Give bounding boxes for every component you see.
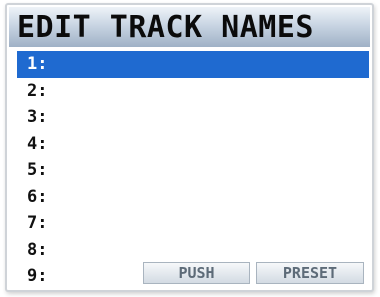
track-row-6[interactable]: 6: [19, 184, 369, 211]
track-row-2[interactable]: 2: [19, 78, 369, 105]
track-number: 6: [27, 186, 48, 207]
track-number: 1: [27, 54, 48, 74]
track-row-8[interactable]: 8: [19, 237, 369, 264]
track-number: 9: [27, 266, 48, 286]
track-list: 1: 2: 3: 4: 5: 6: 7: 8: 9: [17, 51, 369, 290]
track-row-5[interactable]: 5: [19, 157, 369, 184]
preset-button[interactable]: PRESET [256, 262, 364, 284]
track-number: 2: [27, 80, 48, 101]
soft-button-bar: PUSH PRESET [143, 262, 364, 284]
track-row-7[interactable]: 7: [19, 210, 369, 237]
title-bar: EDIT TRACK NAMES [9, 7, 370, 47]
track-number: 5: [27, 160, 48, 180]
screen-title: EDIT TRACK NAMES [17, 10, 314, 45]
track-number: 3: [27, 107, 48, 127]
push-button[interactable]: PUSH [143, 262, 250, 284]
edit-track-names-screen: EDIT TRACK NAMES 1: 2: 3: 4: 5: 6: 7: 8:… [5, 3, 374, 292]
track-row-3[interactable]: 3: [19, 104, 369, 131]
track-number: 8: [27, 239, 48, 260]
track-number: 4: [27, 133, 48, 154]
track-row-1[interactable]: 1: [17, 51, 369, 78]
track-row-4[interactable]: 4: [19, 131, 369, 158]
track-number: 7: [27, 213, 48, 233]
